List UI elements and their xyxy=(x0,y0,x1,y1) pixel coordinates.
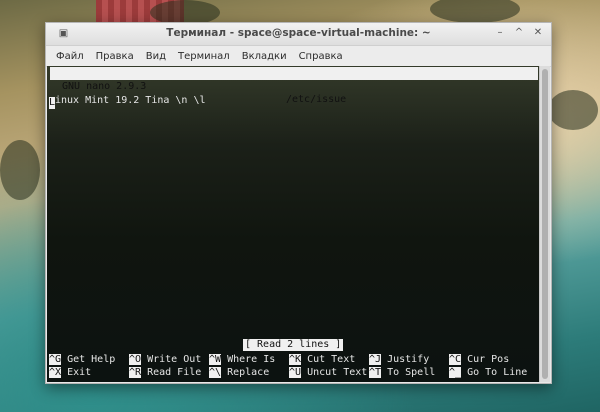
nano-version: GNU nano 2.9.3 xyxy=(62,81,147,92)
file-content-line[interactable]: Linux Mint 19.2 Tina \n \l xyxy=(49,94,206,109)
menu-file[interactable]: Файл xyxy=(50,51,90,62)
shortcut-where-is[interactable]: ^W Where Is xyxy=(209,353,275,366)
menu-view[interactable]: Вид xyxy=(140,51,172,62)
maximize-icon[interactable]: ^ xyxy=(514,27,524,39)
shortcut-cut-text[interactable]: ^K Cut Text xyxy=(289,353,355,366)
status-message: [ Read 2 lines ] xyxy=(243,339,344,351)
minimize-icon[interactable]: – xyxy=(495,27,505,39)
menu-terminal[interactable]: Терминал xyxy=(172,51,236,62)
shortcut-go-to-line[interactable]: ^_ Go To Line xyxy=(449,366,527,379)
shortcut-read-file[interactable]: ^R Read File xyxy=(129,366,201,379)
window-title: Терминал - space@space-virtual-machine: … xyxy=(166,27,431,39)
menu-tabs[interactable]: Вкладки xyxy=(236,51,293,62)
nano-header-bar: GNU nano 2.9.3 /etc/issue xyxy=(50,67,538,105)
wallpaper-palm-shadow xyxy=(548,90,598,130)
shortcut-exit[interactable]: ^X Exit xyxy=(49,366,91,379)
shortcut-row-2: ^X Exit ^R Read File ^\ Replace ^U Uncut… xyxy=(49,366,540,379)
shortcut-get-help[interactable]: ^G Get Help xyxy=(49,353,115,366)
nano-filename: /etc/issue xyxy=(286,94,347,105)
scrollbar[interactable] xyxy=(539,66,550,382)
menu-bar: Файл Правка Вид Терминал Вкладки Справка xyxy=(46,46,551,67)
shortcut-write-out[interactable]: ^O Write Out xyxy=(129,353,201,366)
title-bar[interactable]: ▣ Терминал - space@space-virtual-machine… xyxy=(46,23,551,46)
shortcut-replace[interactable]: ^\ Replace xyxy=(209,366,269,379)
close-icon[interactable]: ✕ xyxy=(533,27,543,39)
wallpaper-palm-shadow xyxy=(0,140,40,200)
shortcut-justify[interactable]: ^J Justify xyxy=(369,353,429,366)
shortcut-uncut-text[interactable]: ^U Uncut Text xyxy=(289,366,367,379)
menu-help[interactable]: Справка xyxy=(293,51,349,62)
shortcut-cur-pos[interactable]: ^C Cur Pos xyxy=(449,353,509,366)
terminal-window[interactable]: ▣ Терминал - space@space-virtual-machine… xyxy=(45,22,552,384)
shortcut-to-spell[interactable]: ^T To Spell xyxy=(369,366,435,379)
wallpaper-palm-shadow xyxy=(430,0,520,23)
file-text: inux Mint 19.2 Tina \n \l xyxy=(55,95,206,106)
scrollbar-thumb[interactable] xyxy=(542,69,548,379)
shortcut-row-1: ^G Get Help ^O Write Out ^W Where Is ^K … xyxy=(49,353,540,366)
window-controls: – ^ ✕ xyxy=(495,27,543,39)
menu-edit[interactable]: Правка xyxy=(90,51,140,62)
terminal-area[interactable]: GNU nano 2.9.3 /etc/issue Linux Mint 19.… xyxy=(47,66,540,382)
